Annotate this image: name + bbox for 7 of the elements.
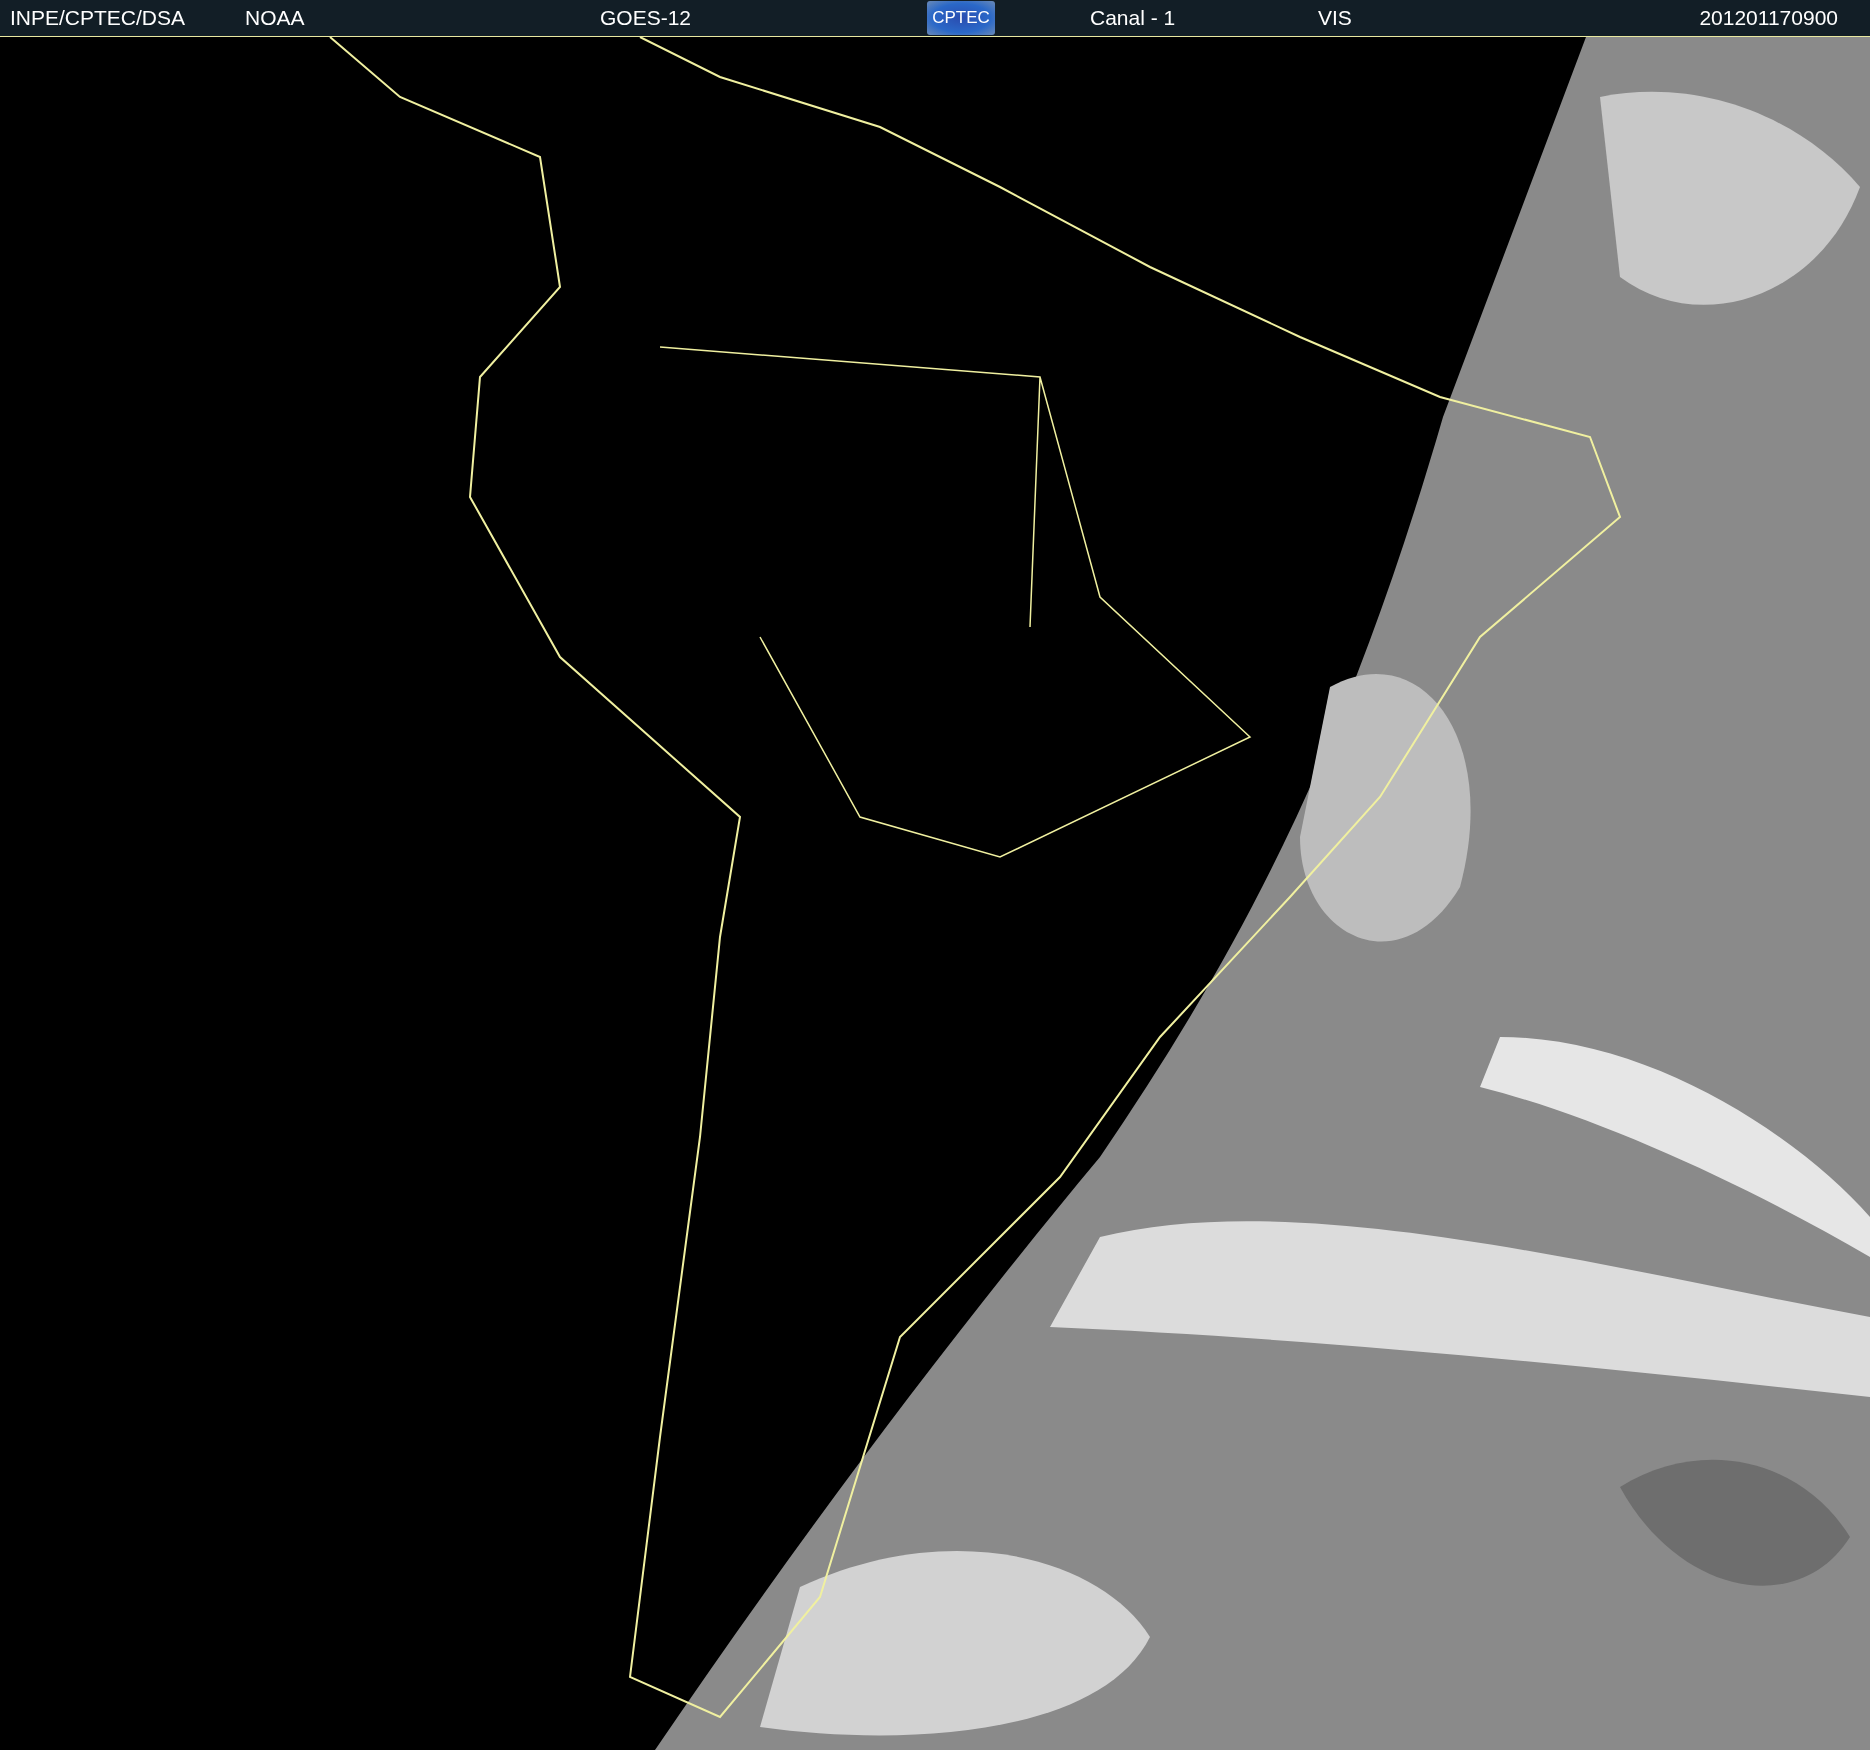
band-label: VIS bbox=[1318, 6, 1353, 30]
agency-label: NOAA bbox=[245, 6, 306, 30]
satellite-label: GOES-12 bbox=[600, 6, 693, 30]
source-label: INPE/CPTEC/DSA bbox=[10, 6, 187, 30]
channel-label: Canal - 1 bbox=[1090, 6, 1177, 30]
logo: CPTEC bbox=[927, 1, 995, 35]
timestamp-label: 201201170900 bbox=[1699, 6, 1838, 30]
